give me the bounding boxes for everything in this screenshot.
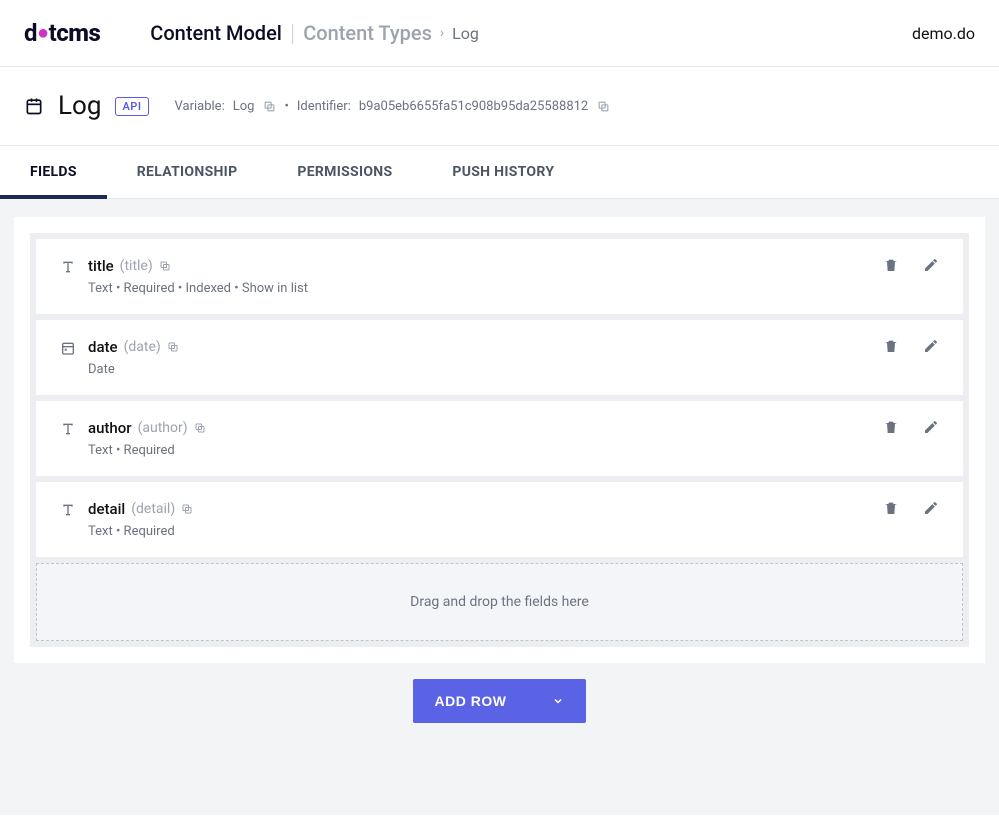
fields-panel: title (title) Text • Required • Indexed … (14, 217, 985, 663)
copy-field-var-icon[interactable] (159, 260, 172, 273)
breadcrumb-secondary[interactable]: Content Types (303, 21, 432, 45)
tab-relationship[interactable]: RELATIONSHIP (107, 146, 268, 198)
field-meta: Text • Required • Indexed • Show in list (88, 281, 883, 296)
chevron-down-icon (536, 695, 564, 707)
top-header: d●tcms Content Model | Content Types › L… (0, 0, 999, 67)
delete-field-icon[interactable] (883, 500, 901, 518)
tab-permissions[interactable]: PERMISSIONS (267, 146, 422, 198)
page-meta: Variable: Log • Identifier: b9a05eb6655f… (175, 99, 611, 114)
edit-field-icon[interactable] (923, 338, 941, 356)
date-field-icon (58, 340, 78, 356)
copy-identifier-icon[interactable] (596, 99, 610, 113)
delete-field-icon[interactable] (883, 338, 901, 356)
identifier-label: Identifier: (297, 99, 351, 114)
chevron-right-icon: › (440, 25, 444, 41)
field-meta: Date (88, 362, 883, 377)
delete-field-icon[interactable] (883, 419, 901, 437)
field-variable: (detail) (131, 501, 175, 517)
variable-label: Variable: (175, 99, 225, 114)
add-row-button[interactable]: ADD ROW (413, 679, 587, 723)
add-row-label: ADD ROW (435, 693, 507, 709)
edit-field-icon[interactable] (923, 257, 941, 275)
api-badge[interactable]: API (115, 97, 148, 116)
field-name: detail (88, 500, 125, 518)
dot-sep-icon: • (284, 99, 288, 114)
field-variable: (title) (120, 258, 153, 274)
page-title: Log (58, 91, 101, 121)
text-field-icon (58, 259, 78, 275)
edit-field-icon[interactable] (923, 500, 941, 518)
tab-fields[interactable]: FIELDS (0, 146, 107, 198)
content-type-icon (24, 96, 44, 116)
delete-field-icon[interactable] (883, 257, 901, 275)
text-field-icon (58, 502, 78, 518)
variable-value: Log (233, 99, 255, 114)
field-name: title (88, 257, 114, 275)
breadcrumb-current: Log (452, 24, 479, 43)
field-row[interactable]: title (title) Text • Required • Indexed … (36, 239, 963, 314)
logo-dot-icon: ● (37, 20, 49, 44)
fields-wrap: title (title) Text • Required • Indexed … (30, 233, 969, 647)
field-variable: (author) (138, 420, 188, 436)
add-row-bar: ADD ROW (14, 679, 985, 723)
drop-zone[interactable]: Drag and drop the fields here (36, 563, 963, 641)
logo-pre: d (24, 19, 37, 47)
breadcrumb: Content Model | Content Types › Log (150, 19, 479, 47)
breadcrumb-sep-icon: | (290, 19, 295, 47)
field-row[interactable]: author (author) Text • Required (36, 401, 963, 476)
field-name: date (88, 338, 118, 356)
identifier-value: b9a05eb6655fa51c908b95da25588812 (359, 99, 588, 114)
tab-push-history[interactable]: PUSH HISTORY (422, 146, 584, 198)
edit-field-icon[interactable] (923, 419, 941, 437)
field-meta: Text • Required (88, 524, 883, 539)
text-field-icon (58, 421, 78, 437)
site-selector[interactable]: demo.do (912, 24, 975, 43)
copy-field-var-icon[interactable] (181, 503, 194, 516)
field-row[interactable]: date (date) Date (36, 320, 963, 395)
logo[interactable]: d●tcms (24, 19, 100, 47)
field-row[interactable]: detail (detail) Text • Required (36, 482, 963, 557)
field-meta: Text • Required (88, 443, 883, 458)
field-name: author (88, 419, 132, 437)
copy-field-var-icon[interactable] (194, 422, 207, 435)
field-variable: (date) (124, 339, 161, 355)
tabs: FIELDS RELATIONSHIP PERMISSIONS PUSH HIS… (0, 145, 999, 199)
body-area: title (title) Text • Required • Indexed … (0, 199, 999, 815)
sub-header: Log API Variable: Log • Identifier: b9a0… (0, 67, 999, 145)
copy-variable-icon[interactable] (262, 99, 276, 113)
copy-field-var-icon[interactable] (167, 341, 180, 354)
breadcrumb-primary[interactable]: Content Model (150, 21, 282, 45)
logo-bold: cms (56, 19, 100, 47)
